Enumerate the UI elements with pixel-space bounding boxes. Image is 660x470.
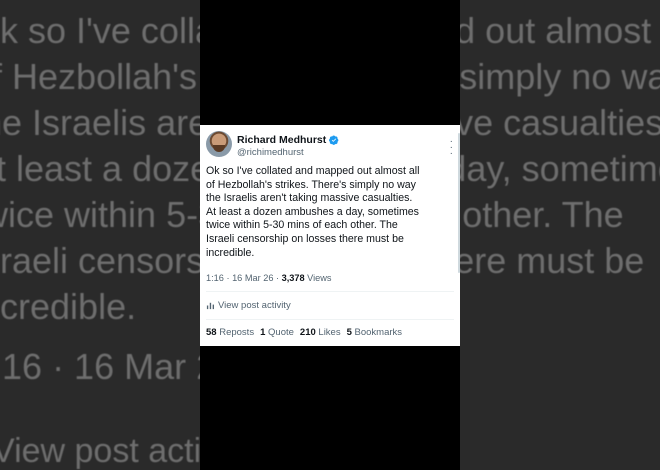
engagement-stats: 58 Reposts 1 Quote 210 Likes 5 Bookmarks — [206, 327, 402, 338]
verified-badge-icon — [329, 135, 339, 145]
quotes-label: Quote — [268, 327, 294, 338]
bookmarks-count: 5 — [346, 327, 352, 338]
tweet-text-line: Ok so I've collated and mapped out almos… — [206, 165, 420, 177]
views-label: Views — [307, 273, 332, 283]
tweet-text-line: of Hezbollah's strikes. There's simply n… — [206, 178, 416, 191]
bar-chart-icon — [206, 302, 215, 310]
likes-label: Likes — [318, 327, 341, 338]
bg-line: Israeli censorship on losses there must … — [0, 240, 200, 281]
bg-line: incredible. — [0, 286, 137, 327]
background-right-panel: Ok so I've collated and mapped out almos… — [460, 0, 660, 470]
activity-label: View post activity — [218, 300, 291, 311]
reposts-stat[interactable]: 58 Reposts — [206, 327, 254, 338]
avatar[interactable] — [206, 131, 232, 157]
author-handle[interactable]: @richimedhurst — [237, 147, 304, 158]
background-left-panel: Ok so I've collated and mapped out almos… — [0, 0, 200, 470]
bookmarks-stat[interactable]: 5 Bookmarks — [347, 327, 402, 338]
tweet-text-line: Israeli censorship on losses there must … — [206, 232, 404, 245]
bg-meta: 1:16 · 16 Mar 26 · 3,378 Views — [0, 346, 200, 387]
more-options-icon[interactable]: · · · — [450, 137, 454, 159]
bookmarks-label: Bookmarks — [354, 327, 403, 338]
tweet-card[interactable]: Richard Medhurst @richimedhurst · · · Ok s… — [200, 125, 460, 346]
bg-line: At least a dozen ambushes a day, sometim… — [0, 148, 200, 189]
tweet-text-line: twice within 5-30 mins of each other. Th… — [206, 219, 398, 232]
bg-activity: View post activity — [0, 432, 200, 470]
view-post-activity-link[interactable]: View post activity — [206, 300, 291, 311]
bg-line: twice within 5-30 mins of each other. Th… — [0, 194, 200, 235]
bg-line: At least a dozen ambushes a day, sometim… — [460, 148, 660, 189]
author-name[interactable]: Richard Medhurst — [237, 134, 326, 146]
bg-line: the Israelis aren't taking massive casua… — [460, 102, 660, 143]
bg-line: of Hezbollah's strikes. There's simply n… — [460, 56, 660, 97]
reposts-count: 58 — [206, 327, 217, 338]
divider — [206, 319, 454, 320]
tweet-meta: 1:16 · 16 Mar 26 · 3,378 Views — [206, 273, 332, 283]
bg-line: Ok so I've collated and mapped out almos… — [460, 10, 660, 51]
tweet-date[interactable]: 16 Mar 26 — [232, 273, 273, 283]
tweet-text-line: the Israelis aren't taking massive casua… — [206, 192, 413, 205]
divider — [206, 291, 454, 292]
quotes-count: 1 — [260, 327, 266, 338]
likes-count: 210 — [299, 327, 316, 338]
likes-stat[interactable]: 210 Likes — [300, 327, 341, 338]
tweet-text-line: incredible. — [206, 246, 255, 259]
bg-line: the Israelis aren't taking massive casua… — [0, 102, 200, 143]
background-text: Ok so I've collated and mapped out almos… — [0, 8, 200, 390]
bg-line: incredible. — [460, 284, 660, 330]
tweet-header: Richard Medhurst @richimedhurst · · · — [206, 131, 454, 161]
background-text: Ok so I've collated and mapped out almos… — [460, 8, 660, 330]
bg-line: of Hezbollah's strikes. There's simply n… — [0, 56, 200, 97]
scrollbar[interactable] — [458, 133, 460, 273]
bg-line: Israeli censorship on losses there must … — [460, 240, 645, 281]
tweet-text: Ok so I've collated and mapped out almos… — [206, 165, 456, 260]
quotes-stat[interactable]: 1 Quote — [260, 327, 294, 338]
views-count: 3,378 — [281, 273, 305, 283]
bg-line: Ok so I've collated and mapped out almos… — [0, 10, 200, 51]
bg-line: twice within 5-30 mins of each other. Th… — [460, 194, 624, 235]
author-name-row: Richard Medhurst — [237, 134, 339, 146]
tweet-time[interactable]: 1:16 — [206, 273, 224, 283]
reposts-label: Reposts — [219, 327, 255, 338]
tweet-text-line: At least a dozen ambushes a day, sometim… — [206, 205, 419, 218]
